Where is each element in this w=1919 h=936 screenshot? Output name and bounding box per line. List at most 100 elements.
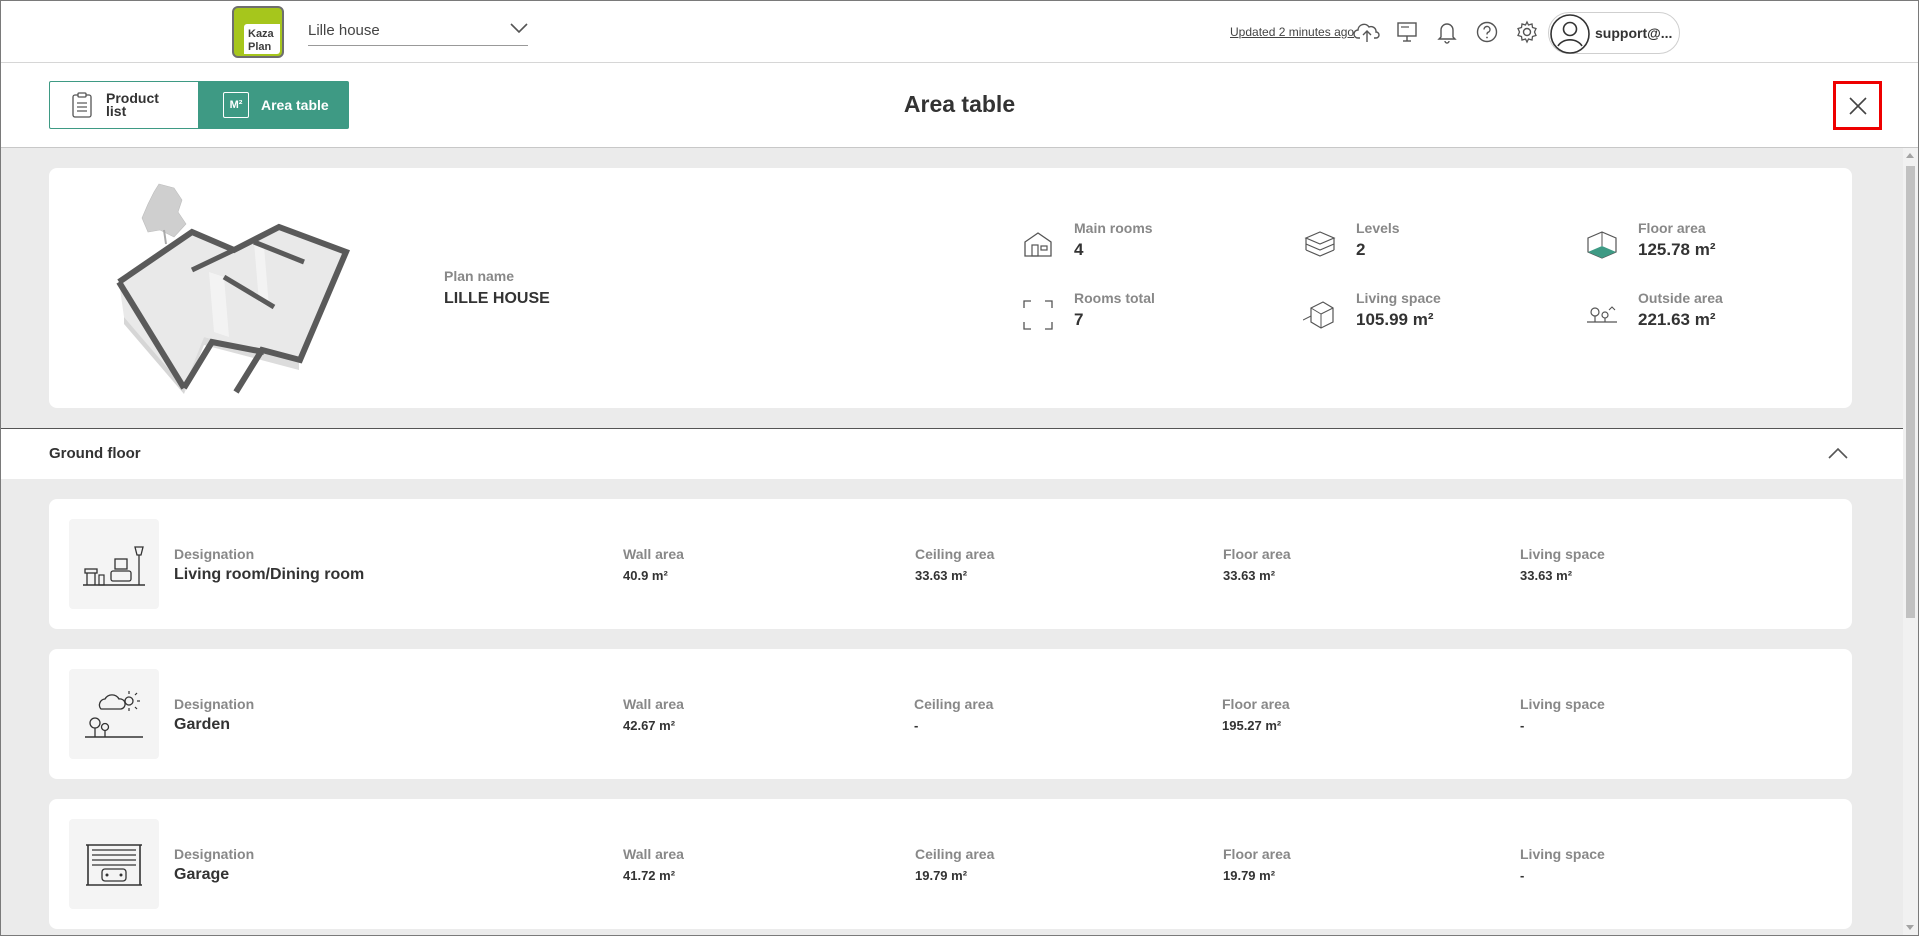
stat-rooms-total: Rooms total 7 [1021, 290, 1281, 340]
user-menu[interactable]: support@... [1548, 12, 1680, 54]
scroll-down-arrow[interactable] [1906, 925, 1914, 930]
living-space-label: Living space [1520, 696, 1605, 712]
gear-icon[interactable] [1513, 18, 1541, 46]
cloud-upload-icon[interactable] [1353, 18, 1381, 46]
stat-label: Outside area [1638, 290, 1723, 306]
garage-icon [86, 844, 142, 886]
rooms-total-icon [1023, 300, 1053, 330]
wall-area-value: 41.72 m² [623, 868, 676, 883]
living-room-icon [83, 546, 145, 586]
logo-text-kaza: Kaza [248, 28, 274, 40]
plan-summary-card: Plan name LILLE HOUSE Main rooms 4 Level… [49, 168, 1852, 408]
logo-text-plan: Plan [248, 41, 272, 53]
bell-icon[interactable] [1433, 18, 1461, 46]
ceiling-area-label: Ceiling area [914, 696, 994, 712]
floor-area-value: 33.63 m² [1223, 568, 1276, 583]
ceiling-area-value: 19.79 m² [915, 868, 968, 883]
floor-area-col: Floor area 195.27 m² [1222, 696, 1290, 733]
room-thumbnail [69, 819, 159, 909]
plan-select[interactable]: Lille house [308, 18, 528, 46]
avatar-icon [1550, 14, 1590, 54]
room-name: Garage [174, 866, 230, 883]
floor-area-label: Floor area [1223, 846, 1291, 862]
scrollbar-thumb[interactable] [1906, 166, 1915, 618]
plan-name: LILLE HOUSE [444, 290, 550, 307]
designation-label: Designation [174, 846, 255, 862]
kazaplan-logo[interactable]: Kaza Plan [232, 6, 284, 58]
room-name: Garden [174, 716, 231, 733]
stat-label: Living space [1356, 290, 1441, 306]
stat-label: Main rooms [1074, 220, 1153, 236]
plan-select-value: Lille house [308, 22, 380, 39]
living-space-value: 33.63 m² [1520, 568, 1573, 583]
stat-outside-area: Outside area 221.63 m² [1585, 290, 1845, 340]
living-space-col: Living space - [1520, 696, 1605, 733]
floor-area-label: Floor area [1222, 696, 1290, 712]
floor-area-label: Floor area [1223, 546, 1291, 562]
designation-col: Designation Garden [174, 696, 254, 734]
wall-area-value: 40.9 m² [623, 568, 668, 583]
ceiling-area-col: Ceiling area 33.63 m² [915, 546, 994, 583]
floor-area-col: Floor area 33.63 m² [1223, 546, 1291, 583]
help-icon[interactable] [1473, 18, 1501, 46]
close-icon [1848, 96, 1867, 115]
floor-area-value: 19.79 m² [1223, 868, 1276, 883]
content-scroll-area[interactable]: Plan name LILLE HOUSE Main rooms 4 Level… [0, 148, 1903, 935]
wall-area-col: Wall area 41.72 m² [623, 846, 684, 883]
living-space-icon [1303, 301, 1334, 329]
levels-icon [1304, 231, 1336, 257]
user-name: support@... [1595, 25, 1673, 41]
living-space-label: Living space [1520, 846, 1605, 862]
living-space-value: - [1520, 868, 1525, 883]
wall-area-col: Wall area 40.9 m² [623, 546, 684, 583]
room-card: Designation Garage Wall area 41.72 m² Ce… [49, 799, 1852, 929]
designation-col: Designation Living room/Dining room [174, 546, 364, 584]
ceiling-area-value: - [914, 718, 919, 733]
wall-area-value: 42.67 m² [623, 718, 676, 733]
stat-value: 2 [1356, 240, 1366, 259]
plan-name-label: Plan name [444, 268, 515, 284]
outside-area-icon [1587, 306, 1617, 323]
house-icon [1024, 232, 1052, 257]
stat-label: Rooms total [1074, 290, 1155, 306]
ceiling-area-label: Ceiling area [915, 846, 995, 862]
stat-label: Levels [1356, 220, 1400, 236]
ceiling-area-col: Ceiling area 19.79 m² [915, 846, 994, 883]
designation-col: Designation Garage [174, 846, 254, 884]
stat-floor-area: Floor area 125.78 m² [1585, 220, 1845, 270]
wall-area-label: Wall area [623, 846, 684, 862]
vertical-scrollbar[interactable] [1903, 148, 1918, 935]
house-3d-preview [116, 183, 350, 394]
room-thumbnail [69, 519, 159, 609]
scroll-up-arrow[interactable] [1906, 153, 1914, 158]
page-header: Product list M² Area table Area table [0, 63, 1919, 148]
garden-icon [85, 691, 143, 738]
stat-value: 221.63 m² [1638, 310, 1716, 329]
room-card: Designation Garden Wall area 42.67 m² Ce… [49, 649, 1852, 779]
chevron-down-icon [510, 23, 528, 34]
stat-value: 105.99 m² [1356, 310, 1434, 329]
stat-main-rooms: Main rooms 4 [1021, 220, 1281, 270]
close-button[interactable] [1833, 81, 1882, 130]
top-bar: Kaza Plan Lille house Updated 2 minutes … [0, 0, 1919, 63]
section-title: Ground floor [49, 445, 141, 462]
room-card: Designation Living room/Dining room Wall… [49, 499, 1852, 629]
living-space-label: Living space [1520, 546, 1605, 562]
floor-area-icon [1587, 231, 1617, 259]
stat-value: 125.78 m² [1638, 240, 1716, 259]
living-space-col: Living space 33.63 m² [1520, 546, 1605, 583]
living-space-col: Living space - [1520, 846, 1605, 883]
floor-area-value: 195.27 m² [1222, 718, 1282, 733]
section-ground-floor[interactable]: Ground floor [0, 428, 1903, 479]
presentation-icon[interactable] [1393, 18, 1421, 46]
chevron-up-icon[interactable] [1828, 447, 1848, 459]
page-title: Area table [903, 91, 1016, 117]
room-thumbnail [69, 669, 159, 759]
ceiling-area-col: Ceiling area - [914, 696, 993, 733]
wall-area-label: Wall area [623, 546, 684, 562]
stat-living-space: Living space 105.99 m² [1303, 290, 1563, 340]
stat-value: 4 [1074, 240, 1084, 259]
living-space-value: - [1520, 718, 1525, 733]
ceiling-area-label: Ceiling area [915, 546, 995, 562]
updated-link[interactable]: Updated 2 minutes ago [1230, 25, 1354, 39]
